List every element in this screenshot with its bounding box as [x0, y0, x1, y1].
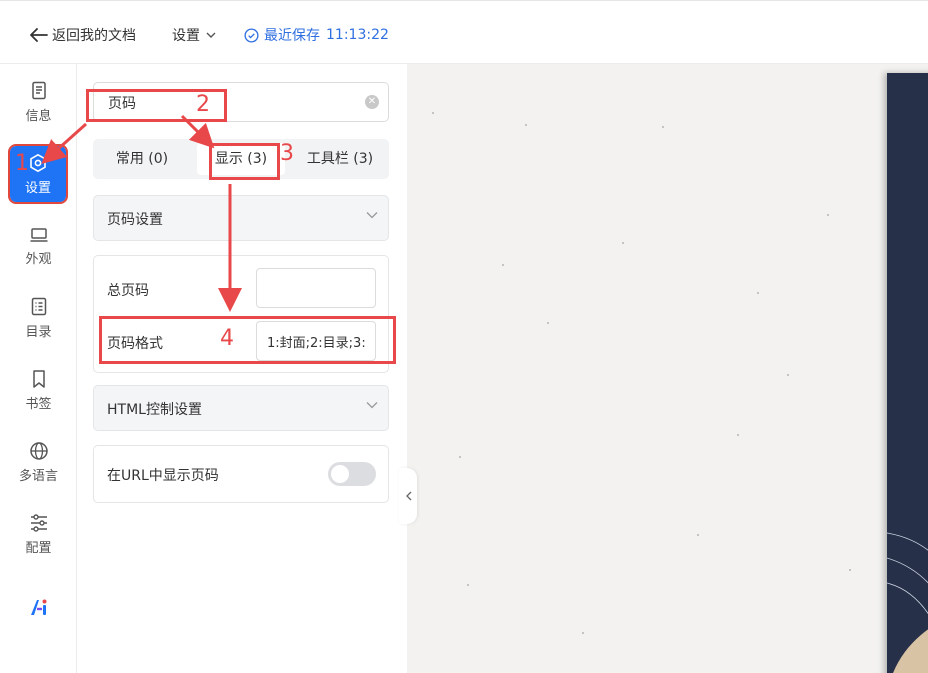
rail-item-label: 外观: [25, 251, 52, 267]
sliders-icon: [30, 513, 47, 532]
rail-item-toc[interactable]: 目录: [0, 288, 77, 348]
book-cover-preview: [887, 73, 928, 673]
rail-item-info[interactable]: 信息: [0, 72, 77, 132]
back-to-my-docs-button[interactable]: 返回我的文档: [30, 23, 136, 47]
collapse-panel-button[interactable]: [399, 468, 417, 524]
rail-item-config[interactable]: 配置: [0, 504, 77, 564]
section-title: HTML控制设置: [107, 402, 202, 418]
html-control-settings-section[interactable]: HTML控制设置: [93, 385, 389, 431]
rail-item-languages[interactable]: 多语言: [0, 432, 77, 492]
settings-search: ✕: [93, 82, 389, 123]
check-circle-icon: [244, 27, 259, 43]
document-info-icon: [31, 81, 46, 99]
chevron-down-icon: [206, 32, 216, 38]
chevron-down-icon: [366, 212, 378, 219]
total-pages-input[interactable]: [256, 268, 376, 308]
arrow-left-icon: [30, 28, 48, 42]
back-label: 返回我的文档: [52, 28, 136, 44]
rail-item-appearance[interactable]: 外观: [0, 216, 77, 276]
rail-item-label: 目录: [25, 324, 52, 340]
page-format-label: 页码格式: [107, 336, 163, 352]
rail-item-bookmarks[interactable]: 书签: [0, 360, 77, 420]
settings-panel: ✕ 常用 (0) 显示 (3) 工具栏 (3) 页码设置 总页码 页码格式 HT…: [77, 64, 407, 673]
saved-time: 11:13:22: [326, 27, 389, 43]
rail-item-label: 多语言: [18, 468, 58, 484]
tab-display[interactable]: 显示 (3): [197, 143, 285, 175]
list-icon: [31, 297, 46, 315]
page-format-input[interactable]: [256, 321, 376, 361]
rail-item-label: 信息: [25, 108, 52, 124]
chevron-left-icon: [405, 491, 411, 501]
saved-label: 最近保存: [264, 28, 320, 44]
ai-logo-icon[interactable]: [28, 596, 50, 618]
toggle-knob: [331, 465, 349, 483]
bookmark-icon: [32, 369, 45, 388]
document-preview-canvas: [407, 64, 928, 673]
tab-toolbar[interactable]: 工具栏 (3): [291, 143, 389, 175]
rail-item-settings[interactable]: 设置: [8, 144, 68, 204]
cover-decoration-icon: [887, 532, 928, 673]
save-status: 最近保存 11:13:22: [244, 23, 389, 47]
settings-menu-label: 设置: [172, 28, 200, 44]
page-number-fields-card: 总页码 页码格式: [93, 255, 389, 373]
settings-hexagon-icon: [30, 153, 46, 172]
page-number-settings-section[interactable]: 页码设置: [93, 195, 389, 241]
tab-common[interactable]: 常用 (0): [93, 143, 191, 175]
chevron-down-icon: [366, 402, 378, 409]
rail-item-label: 配置: [25, 540, 52, 556]
show-page-in-url-toggle[interactable]: [328, 462, 376, 486]
rail-item-label: 设置: [24, 180, 51, 196]
rail-item-label: 书签: [25, 396, 52, 412]
total-pages-label: 总页码: [107, 283, 149, 299]
clear-search-icon[interactable]: ✕: [365, 95, 379, 109]
show-page-in-url-card: 在URL中显示页码: [93, 445, 389, 503]
top-bar: 返回我的文档 设置 最近保存 11:13:22: [0, 0, 928, 64]
globe-icon: [29, 441, 48, 460]
laptop-icon: [30, 227, 47, 242]
settings-tabs: 常用 (0) 显示 (3) 工具栏 (3): [93, 139, 389, 179]
show-page-in-url-label: 在URL中显示页码: [107, 468, 219, 484]
settings-search-input[interactable]: [106, 83, 360, 123]
section-title: 页码设置: [107, 212, 163, 228]
settings-dropdown[interactable]: 设置: [172, 23, 216, 47]
left-nav-rail: 信息 设置 外观 目录 书签 多语言 配置: [0, 64, 77, 673]
